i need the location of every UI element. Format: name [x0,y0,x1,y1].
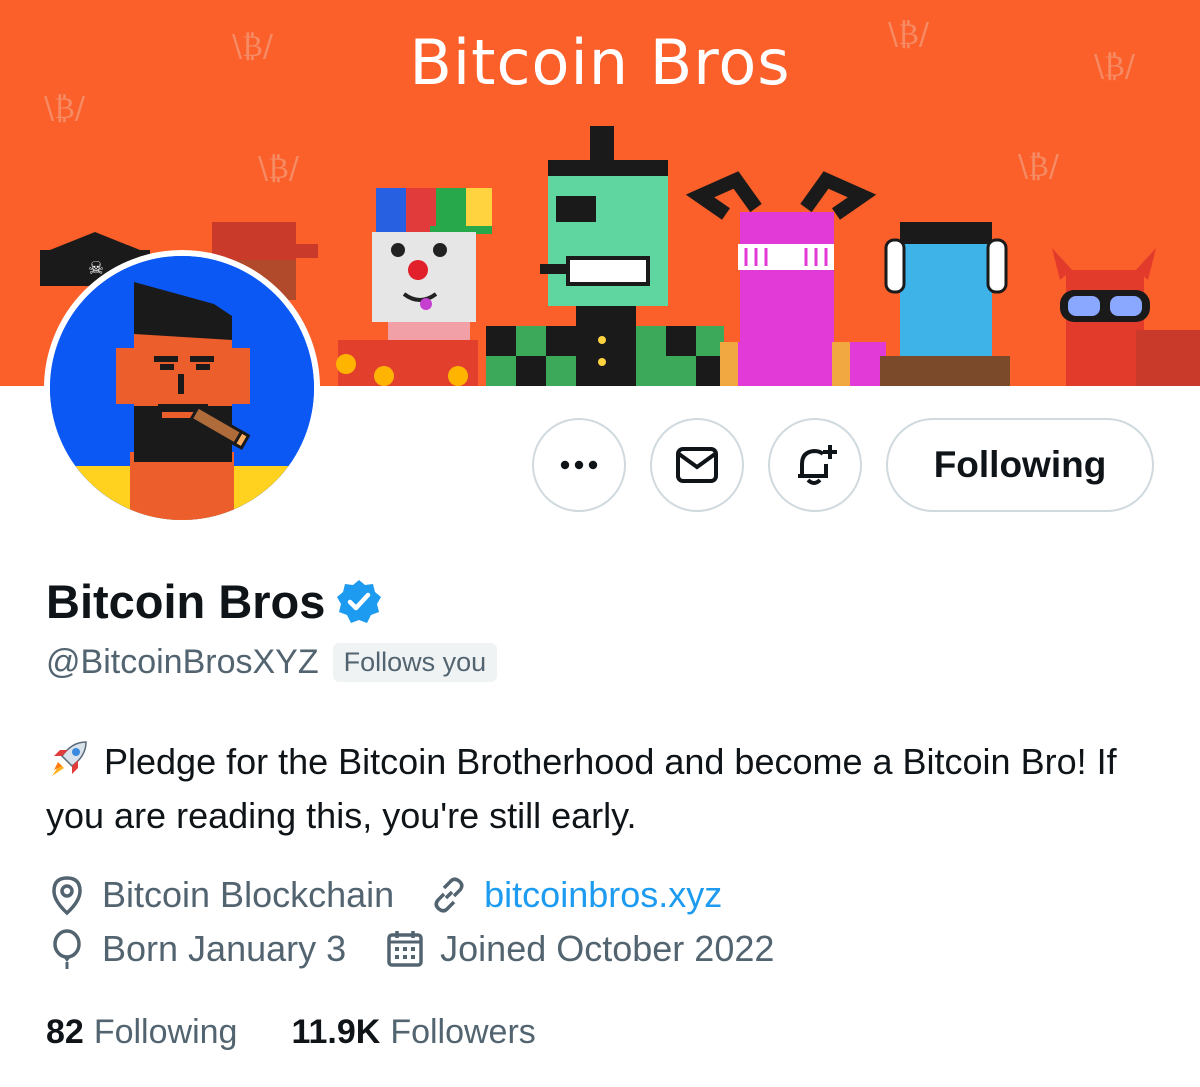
more-button[interactable] [532,418,626,512]
headphones-character [880,222,1010,386]
followers-count: 11.9K [291,1013,381,1051]
bell-plus-icon [798,445,837,485]
more-dots-icon [560,460,598,470]
followers-stat-label: Followers [390,1013,536,1051]
website-item[interactable]: bitcoinbros.xyz [428,874,722,916]
notifications-button[interactable] [768,418,862,512]
profile-handle: @BitcoinBrosXYZ [46,643,319,681]
location-pin-icon [52,876,82,916]
follows-you-badge: Follows you [332,643,498,682]
meta-row-location: Bitcoin Blockchain bitcoinbros.xyz [46,874,722,916]
verified-badge-icon[interactable] [335,578,383,626]
location-text: Bitcoin Blockchain [102,874,395,915]
birthday-text: Born January 3 [102,928,347,969]
location-item: Bitcoin Blockchain [46,874,394,916]
following-stat-label: Following [93,1013,238,1051]
avatar-illustration [50,256,314,520]
horned-character [685,171,886,386]
meta-row-dates: Born January 3 Joined October 2022 [46,928,774,970]
rocket-icon [52,741,87,776]
followers-stat[interactable]: 11.9K Followers [291,1013,535,1052]
handle-row: @BitcoinBrosXYZ Follows you [46,643,498,682]
following-count: 82 [46,1013,84,1051]
joined-item: Joined October 2022 [384,928,774,970]
profile-avatar[interactable] [44,250,320,526]
clown-character [336,188,492,386]
envelope-icon [676,447,718,483]
banner-title: Bitcoin Bros [409,26,791,99]
calendar-icon [387,931,423,967]
following-button[interactable]: Following [886,418,1154,512]
name-row: Bitcoin Bros [46,574,383,629]
balloon-icon [53,929,81,969]
goggles-character [1052,248,1200,386]
profile-bio: Pledge for the Bitcoin Brotherhood and b… [46,735,1166,843]
message-button[interactable] [650,418,744,512]
bio-text: Pledge for the Bitcoin Brotherhood and b… [46,741,1117,836]
frankenstein-character [486,126,724,386]
svg-text:\₿/: \₿/ [258,151,300,186]
link-icon [434,877,464,913]
following-stat[interactable]: 82 Following [46,1013,237,1052]
follow-stats: 82 Following 11.9K Followers [46,1013,536,1052]
birthday-item: Born January 3 [46,928,346,970]
joined-text: Joined October 2022 [440,928,775,969]
svg-text:\₿/: \₿/ [1018,149,1060,184]
display-name: Bitcoin Bros [46,575,326,628]
website-link[interactable]: bitcoinbros.xyz [484,874,722,916]
